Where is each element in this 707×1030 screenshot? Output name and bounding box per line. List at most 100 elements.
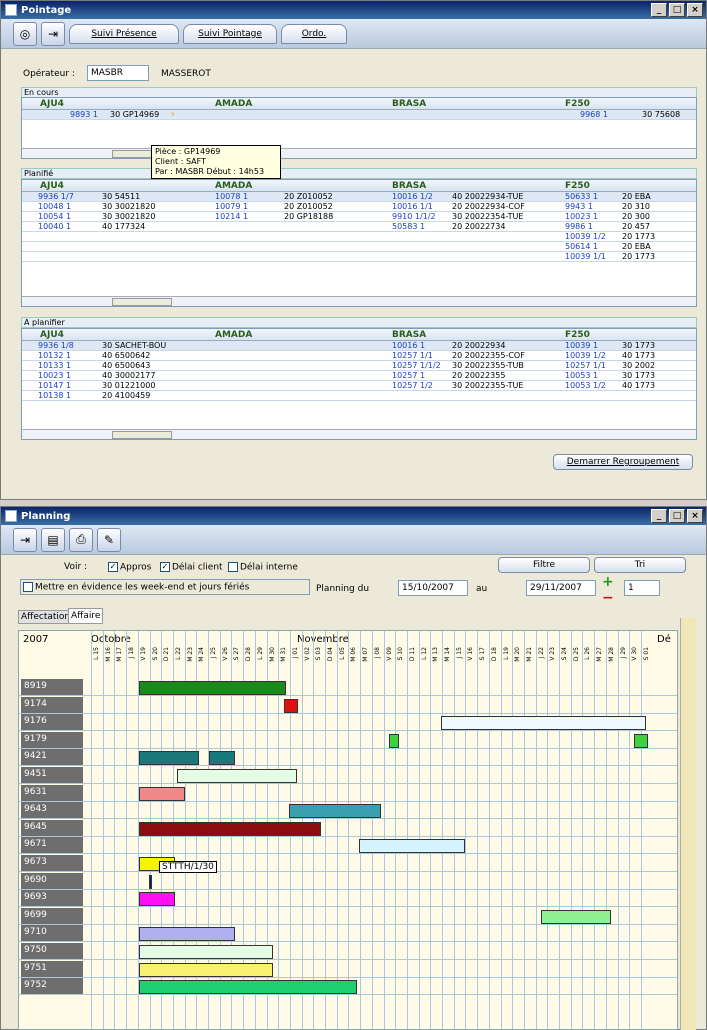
tab-suivi-presence[interactable]: Suivi Présence: [69, 23, 179, 44]
table-row[interactable]: 10039 1/1 20 1773: [22, 252, 696, 262]
day-label: S 20: [151, 647, 159, 661]
exit-icon[interactable]: ⇥: [13, 527, 37, 552]
minus-icon[interactable]: −: [602, 590, 614, 606]
print-icon[interactable]: ⎙: [69, 527, 93, 552]
tab-affectation[interactable]: Affectation: [18, 610, 74, 624]
cell: 10053 1/2: [565, 381, 606, 390]
minimize-button[interactable]: _: [651, 3, 667, 17]
minimize-button[interactable]: _: [651, 509, 667, 523]
tab-suivi-pointage[interactable]: Suivi Pointage: [183, 23, 277, 44]
document-icon[interactable]: ▤: [41, 527, 65, 552]
task-bar[interactable]: [139, 927, 235, 942]
cell: 10039 1: [565, 341, 599, 350]
table-row[interactable]: 10023 1 40 30002177 10257 1 20 20022355 1005…: [22, 371, 696, 381]
cell: 10257 1/1: [565, 361, 606, 370]
table-row[interactable]: 10138 1 20 4100459: [22, 391, 696, 401]
task-bar[interactable]: [139, 681, 286, 695]
gantt-row[interactable]: 9643: [19, 802, 677, 820]
refresh-icon[interactable]: ◎: [13, 21, 37, 46]
task-bar[interactable]: [139, 751, 199, 766]
hscroll[interactable]: [22, 148, 696, 158]
weekend-checkbox[interactable]: Mettre en évidence les week-end et jours…: [20, 579, 310, 595]
gantt-row[interactable]: 9752: [19, 978, 677, 996]
cell: 40 20022934-TUE: [452, 192, 524, 201]
gantt-row[interactable]: 9174: [19, 696, 677, 714]
task-bar[interactable]: [139, 786, 185, 801]
gantt-row[interactable]: 9451: [19, 767, 677, 784]
gantt-row[interactable]: 8919: [19, 679, 677, 696]
hscroll[interactable]: [22, 429, 696, 439]
gantt-row[interactable]: 9421: [19, 749, 677, 767]
gantt-row[interactable]: 9673: [19, 855, 677, 872]
table-row[interactable]: 10054 1 30 30021820 10214 1 20 GP18188 9910 …: [22, 212, 696, 222]
appros-checkbox[interactable]: ✓ Appros: [108, 562, 151, 573]
step-field[interactable]: 1: [624, 580, 660, 596]
exit-icon[interactable]: ⇥: [41, 21, 65, 46]
operator-code-field[interactable]: MASBR: [87, 65, 149, 81]
operator-name: MASSEROT: [161, 69, 211, 79]
gantt-row[interactable]: 9693: [19, 890, 677, 908]
task-bar[interactable]: [359, 839, 465, 854]
row-label: 9174: [21, 696, 83, 713]
gantt-row[interactable]: 9176: [19, 714, 677, 732]
task-bar[interactable]: [139, 980, 357, 995]
table-row[interactable]: 10147 1 30 01221000 10257 1/2 30 20022355-T…: [22, 381, 696, 391]
task-bar[interactable]: [177, 769, 297, 783]
plus-icon[interactable]: +: [602, 574, 614, 590]
table-row[interactable]: 10132 1 40 6500642 10257 1/1 20 20022355-CO…: [22, 351, 696, 361]
tab-ordo[interactable]: Ordo.: [281, 23, 347, 44]
tab-affaire[interactable]: Affaire: [68, 608, 104, 624]
table-row[interactable]: 10039 1/2 20 1773: [22, 232, 696, 242]
maximize-button[interactable]: □: [669, 3, 685, 17]
task-bar[interactable]: [441, 716, 646, 731]
gantt-row[interactable]: 9645: [19, 819, 677, 837]
operator-label: Opérateur :: [23, 69, 75, 79]
gantt-row[interactable]: 9631: [19, 784, 677, 802]
gantt-row[interactable]: 9699: [19, 907, 677, 925]
table-row[interactable]: 10048 1 30 30021820 10079 1 20 Z010052 10016…: [22, 202, 696, 212]
gantt-row[interactable]: 9751: [19, 960, 677, 978]
date-to-field[interactable]: 29/11/2007: [526, 580, 596, 596]
task-bar[interactable]: [139, 821, 321, 836]
gantt-row[interactable]: 9710: [19, 925, 677, 943]
gantt-row[interactable]: 9179: [19, 731, 677, 749]
date-from-field[interactable]: 15/10/2007: [398, 580, 468, 596]
task-bar[interactable]: [149, 874, 152, 889]
vertical-scrollbar[interactable]: [680, 618, 696, 1030]
maximize-button[interactable]: □: [669, 509, 685, 523]
row-label: 9179: [21, 731, 83, 748]
task-bar[interactable]: [139, 962, 273, 977]
day-label: V 09: [385, 647, 393, 661]
table-row[interactable]: 9936 1/8 30 SACHET-BOU 10016 1 20 20022934 1…: [22, 341, 696, 351]
task-bar[interactable]: [634, 733, 648, 748]
task-bar[interactable]: [289, 804, 381, 819]
task-bar[interactable]: [389, 733, 399, 748]
cell: 9936 1/7: [38, 192, 74, 201]
task-bar[interactable]: [541, 909, 611, 924]
close-button[interactable]: ×: [687, 509, 703, 523]
day-label: M 16: [104, 647, 112, 662]
gantt-row[interactable]: 9750: [19, 943, 677, 960]
tri-button[interactable]: Tri: [594, 557, 686, 573]
demarrer-regroupement-button[interactable]: Demarrer Regroupement: [553, 454, 693, 470]
task-bar[interactable]: [209, 751, 235, 766]
delai-client-checkbox[interactable]: ✓ Délai client: [160, 562, 223, 573]
day-label: S 17: [479, 647, 487, 661]
filtre-button[interactable]: Filtre: [498, 557, 590, 573]
table-row[interactable]: 10133 1 40 6500643 10257 1/1/2 30 20022355-…: [22, 361, 696, 371]
close-button[interactable]: ×: [687, 3, 703, 17]
delai-interne-checkbox[interactable]: Délai interne: [228, 562, 298, 573]
table-row[interactable]: 50614 1 20 EBA: [22, 242, 696, 252]
gantt-row[interactable]: 9671: [19, 837, 677, 855]
day-label: V 02: [303, 647, 311, 661]
task-bar[interactable]: [284, 698, 298, 713]
table-row[interactable]: 9936 1/7 30 54511 10078 1 20 Z010052 10016 1…: [22, 192, 696, 202]
table-row[interactable]: 10040 1 40 177324 50583 1 20 20022734 9986 1…: [22, 222, 696, 232]
hscroll[interactable]: [22, 296, 696, 306]
task-bar[interactable]: [139, 892, 175, 907]
cell: 10023 1: [565, 212, 599, 221]
table-row[interactable]: 9893 1 30 GP14969 ⚡ 9968 1 30 75608: [22, 110, 696, 120]
gantt-row[interactable]: 9690: [19, 872, 677, 890]
task-bar[interactable]: [139, 945, 273, 959]
tools-icon[interactable]: ✎: [97, 527, 121, 552]
